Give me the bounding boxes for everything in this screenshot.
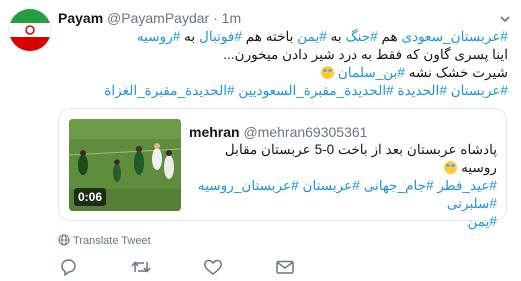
tweet-text-segment: هم	[377, 29, 402, 44]
tweet-line: #عربستان_سعودی هم #جنگ به #یمن باخته هم …	[58, 28, 508, 46]
hashtag-link[interactable]: #عربستان	[451, 83, 508, 98]
hashtag-link[interactable]: #عربستان_سعودی	[401, 29, 508, 44]
header-separator: ·	[213, 10, 218, 26]
tears-of-joy-emoji-icon	[321, 66, 335, 79]
reply-icon[interactable]	[58, 256, 80, 278]
quoted-header: mehran @mehran69305361	[189, 124, 367, 140]
hashtag-link[interactable]: #الحديدة_مقبرة_السعوديين	[238, 83, 393, 98]
tweet-text-segment: اینا پسری گاون که فقط به درد شیر دادن می…	[223, 47, 508, 62]
tweet-text-segment: به	[326, 29, 346, 44]
iran-flag-image	[9, 9, 51, 51]
hashtag-link[interactable]: #جنگ	[345, 29, 377, 44]
quoted-line: پادشاه عربستان بعد از باخت 0-5 عربستان م…	[189, 141, 497, 177]
author-name[interactable]: Payam	[58, 10, 103, 26]
tweet-text: #عربستان_سعودی هم #جنگ به #یمن باخته هم …	[58, 28, 508, 100]
hashtag-link[interactable]: #عید_فطر	[437, 178, 497, 193]
quoted-line: #عید_فطر #جام_جهانی #عربستان #عربستان_رو…	[189, 177, 497, 213]
quoted-author-handle[interactable]: @mehran69305361	[243, 124, 367, 140]
chevron-down-icon[interactable]	[498, 12, 512, 26]
quoted-line: #یمن	[189, 213, 497, 231]
heart-icon[interactable]	[202, 256, 224, 278]
tweet-line: شیرت خشک نشه #بن_سلمان	[58, 64, 508, 82]
video-duration: 0:06	[74, 188, 107, 206]
tears-of-joy-emoji-icon	[444, 161, 458, 174]
quoted-tweet-card[interactable]: 0:06 mehran @mehran69305361 پادشاه عربست…	[58, 108, 507, 229]
envelope-icon[interactable]	[274, 256, 296, 278]
hashtag-link[interactable]: #بن_سلمان	[338, 65, 405, 80]
author-avatar[interactable]	[8, 8, 52, 52]
tweet-timestamp[interactable]: 1m	[222, 10, 241, 26]
tweet-text-segment: شیرت خشک نشه	[404, 65, 508, 80]
hashtag-link[interactable]: #الحديدة	[397, 83, 446, 98]
quoted-tweet-text: پادشاه عربستان بعد از باخت 0-5 عربستان م…	[189, 141, 497, 231]
retweet-icon[interactable]	[130, 256, 152, 278]
tweet-action-bar	[58, 256, 328, 278]
video-thumbnail[interactable]: 0:06	[69, 119, 181, 211]
hashtag-link[interactable]: #عربستان	[302, 178, 359, 193]
hashtag-link[interactable]: #فوتبال	[199, 29, 242, 44]
author-handle[interactable]: @PayamPaydar	[107, 10, 209, 26]
tweet-line: #عربستان #الحديدة #الحديدة_مقبرة_السعودي…	[58, 82, 508, 100]
tweet-text-segment: باخته هم	[241, 29, 298, 44]
translate-tweet-link[interactable]: Translate Tweet	[58, 234, 151, 247]
tweet-text-segment: به	[180, 29, 199, 44]
hashtag-link[interactable]: #یمن	[297, 29, 327, 44]
hashtag-link[interactable]: #سلبرتی	[447, 196, 497, 211]
quoted-author-name[interactable]: mehran	[189, 124, 240, 140]
hashtag-link[interactable]: #جام_جهانی	[364, 178, 434, 193]
hashtag-link[interactable]: #الحديدة_مقبرة_الغزاة	[104, 83, 234, 98]
tweet-header: Payam @PayamPaydar · 1m	[58, 10, 241, 26]
tweet-line: اینا پسری گاون که فقط به درد شیر دادن می…	[58, 46, 508, 64]
hashtag-link[interactable]: #یمن	[467, 214, 497, 229]
hashtag-link[interactable]: #عربستان_روسیه	[198, 178, 299, 193]
globe-icon	[58, 234, 70, 246]
translate-label[interactable]: Translate Tweet	[73, 235, 151, 247]
hashtag-link[interactable]: #روسیه	[137, 29, 180, 44]
